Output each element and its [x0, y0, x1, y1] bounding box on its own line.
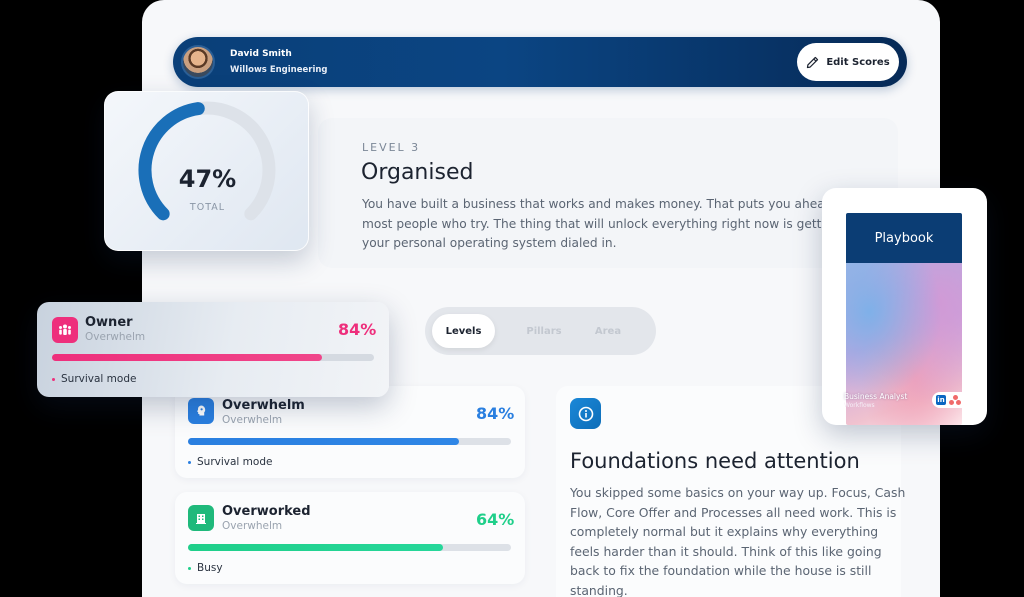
owner-status: Survival mode	[52, 373, 136, 385]
status-dot	[188, 566, 191, 570]
info-line: Flow, Core Offer and Processes all need …	[570, 504, 897, 520]
overworked-status: Busy	[188, 562, 223, 574]
level-description-line: You have built a business that works and…	[362, 197, 849, 211]
overworked-progress-fill	[188, 544, 444, 551]
total-score-gauge: 47% TOTAL	[104, 91, 309, 251]
overwhelm-status: Survival mode	[188, 456, 272, 468]
info-line: completely normal but it explains why ev…	[570, 524, 879, 540]
info-text: You skipped some basics on your way up. …	[570, 483, 906, 597]
tab-levels[interactable]: Levels	[432, 314, 495, 348]
linkedin-icon: in	[936, 395, 946, 405]
overwhelm-status-text: Survival mode	[197, 456, 273, 468]
people-icon	[52, 317, 78, 343]
status-dot	[188, 460, 191, 464]
owner-card[interactable]: Owner Overwhelm 84% Survival mode	[37, 302, 389, 397]
pencil-icon	[807, 56, 819, 68]
overworked-title: Overworked	[222, 504, 311, 519]
info-line: back to fix the foundation while the hou…	[570, 563, 872, 579]
playbook-company: Workflows	[844, 402, 875, 409]
level-description: You have built a business that works and…	[362, 195, 849, 254]
info-line: feels harder than it should. Think of th…	[570, 543, 882, 559]
tab-area[interactable]: Area	[587, 314, 629, 348]
level-title: Organised	[361, 160, 474, 185]
asana-icon	[949, 395, 961, 405]
info-line: standing.	[570, 582, 628, 597]
overwhelm-percent: 84%	[476, 404, 515, 423]
profile-header: David Smith Willows Engineering Edit Sco…	[173, 37, 907, 87]
view-toggle: Levels Pillars Area	[425, 307, 656, 355]
gauge-value: 47%	[178, 165, 237, 193]
owner-title: Owner	[85, 315, 133, 330]
overworked-subtitle: Overwhelm	[222, 520, 283, 532]
integration-logos: in	[932, 392, 972, 408]
status-dot	[52, 377, 55, 381]
user-name: David Smith	[230, 49, 292, 59]
info-icon	[570, 398, 601, 429]
overwhelm-progress-fill	[188, 438, 460, 445]
owner-progress-fill	[52, 354, 323, 361]
owner-progress	[52, 354, 374, 361]
owner-percent: 84%	[338, 320, 377, 339]
info-line: You skipped some basics on your way up. …	[570, 485, 906, 500]
tab-pillars[interactable]: Pillars	[521, 314, 567, 348]
overwhelm-progress	[188, 438, 511, 445]
level-label: LEVEL 3	[362, 141, 421, 154]
playbook-card[interactable]: Playbook Business Analyst Workflows in	[822, 188, 987, 425]
playbook-title: Playbook	[846, 213, 962, 263]
head-icon	[188, 398, 214, 424]
overworked-percent: 64%	[476, 510, 515, 529]
company-name: Willows Engineering	[230, 65, 328, 75]
overworked-progress	[188, 544, 511, 551]
overwhelm-title: Overwhelm	[222, 398, 305, 413]
info-title: Foundations need attention	[570, 449, 860, 473]
level-description-line: your personal operating system dialed in…	[362, 236, 617, 250]
avatar	[181, 45, 215, 79]
playbook-role: Business Analyst	[844, 392, 908, 401]
edit-scores-button[interactable]: Edit Scores	[797, 43, 899, 81]
overwhelm-subtitle: Overwhelm	[222, 414, 283, 426]
owner-status-text: Survival mode	[61, 373, 137, 385]
overworked-status-text: Busy	[197, 562, 223, 574]
edit-scores-label: Edit Scores	[826, 56, 890, 68]
level-description-line: most people who try. The thing that will…	[362, 216, 841, 231]
gauge-label: TOTAL	[189, 202, 226, 213]
owner-subtitle: Overwhelm	[85, 331, 146, 343]
building-icon	[188, 505, 214, 531]
